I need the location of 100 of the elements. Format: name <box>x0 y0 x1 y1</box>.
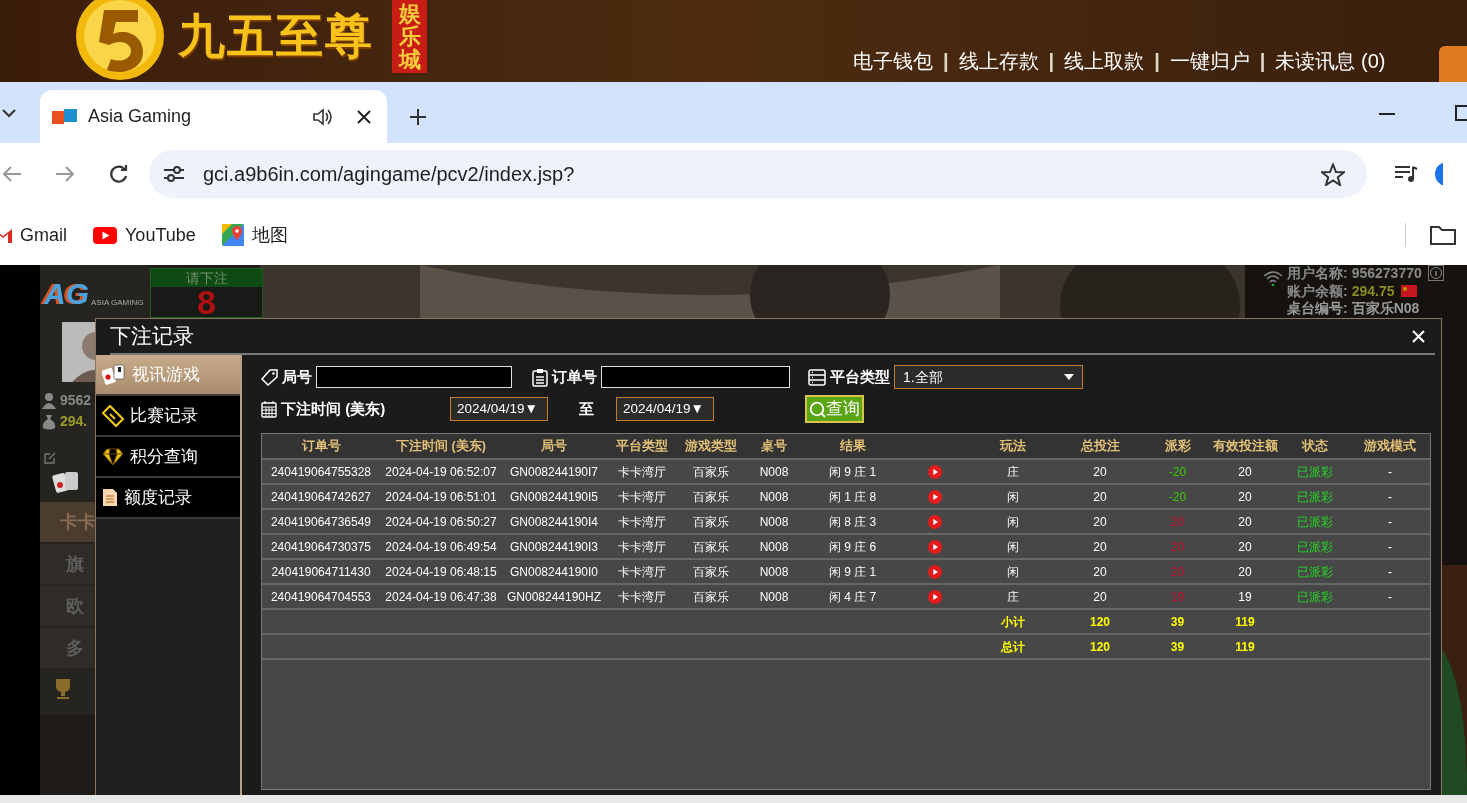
diamond-icon <box>102 447 124 466</box>
table-cell: 20 <box>1055 484 1145 509</box>
table-cell: 20 <box>1055 584 1145 609</box>
stat-text: 9562 <box>60 391 92 410</box>
site-settings-icon[interactable] <box>163 165 185 183</box>
info-label: 用户名称: <box>1287 265 1348 282</box>
table-cell: 2024-04-19 06:47:38 <box>380 584 502 609</box>
browser-tab[interactable]: Asia Gaming <box>40 90 387 143</box>
star-icon[interactable] <box>1321 162 1345 186</box>
profile-icon[interactable] <box>1435 162 1443 186</box>
address-bar[interactable]: gci.a9b6in.com/agingame/pcv2/index.jsp? <box>149 150 1367 198</box>
maximize-icon[interactable] <box>1455 105 1467 121</box>
table-cell: 240419064755328 <box>262 459 380 484</box>
calendar-icon <box>261 400 277 418</box>
table-cell: 闲 1 庄 8 <box>805 484 900 509</box>
play-icon[interactable] <box>928 490 942 505</box>
table-cell: - <box>1350 534 1430 559</box>
url-text: gci.a9b6in.com/agingame/pcv2/index.jsp? <box>203 162 576 187</box>
table-cell: 20 <box>1055 459 1145 484</box>
table-cell: N008 <box>743 559 805 584</box>
table-cell: 已派彩 <box>1280 584 1350 609</box>
link-separator: | <box>943 49 949 74</box>
forward-icon[interactable] <box>55 165 75 183</box>
table-cell: -20 <box>1145 484 1210 509</box>
table-cell: 闲 8 庄 3 <box>805 509 900 534</box>
table-cell: 20 <box>1210 484 1280 509</box>
table-cell: 卡卡湾厅 <box>606 559 678 584</box>
table-cell: 20 <box>1210 509 1280 534</box>
new-tab-icon[interactable] <box>409 108 427 126</box>
table-cell: 闲 9 庄 1 <box>805 559 900 584</box>
table-cell: 卡卡湾厅 <box>606 484 678 509</box>
bookmark[interactable]: 地图 <box>221 221 288 249</box>
countdown-label: 请下注 <box>151 269 262 287</box>
table-cell: - <box>1350 459 1430 484</box>
table-cell: - <box>1350 584 1430 609</box>
info-value: 百家乐N08 <box>1351 300 1420 316</box>
link-separator: | <box>1154 49 1160 74</box>
table-cell: 19 <box>1145 584 1210 609</box>
play-icon[interactable] <box>928 590 942 605</box>
bookmark[interactable]: YouTube <box>93 221 196 249</box>
platform-dropdown[interactable]: 1.全部 <box>894 365 1083 389</box>
table-cell: 闲 9 庄 1 <box>805 459 900 484</box>
date-picker[interactable]: 2024/04/19▼ <box>616 397 714 421</box>
column-header: 玩法 <box>970 434 1055 459</box>
ticket-icon <box>102 404 124 427</box>
list-icon <box>808 368 826 386</box>
table-cell: 2024-04-19 06:50:27 <box>380 509 502 534</box>
column-header: 游戏类型 <box>678 434 743 459</box>
bookmark[interactable]: Gmail <box>0 221 67 249</box>
tab-title: Asia Gaming <box>88 105 193 128</box>
link-separator: | <box>1259 49 1266 74</box>
menu-item[interactable]: 比赛记录 <box>96 396 240 437</box>
wifi-icon <box>1263 270 1283 286</box>
table-cell: 百家乐 <box>678 484 743 509</box>
input-field[interactable] <box>316 366 512 388</box>
header-link[interactable]: 电子钱包 <box>853 46 933 76</box>
table-cell: - <box>1350 509 1430 534</box>
back-icon[interactable] <box>2 165 22 183</box>
table-cell: - <box>1350 484 1430 509</box>
play-icon[interactable] <box>928 565 942 580</box>
header-link[interactable]: 线上取款 <box>1064 46 1145 76</box>
table-cell: 39 <box>1145 609 1210 634</box>
link-separator: | <box>1048 49 1055 74</box>
chevron-down-icon[interactable] <box>2 108 16 118</box>
folder-icon[interactable] <box>1430 225 1456 245</box>
document-icon <box>102 488 118 507</box>
info-label: 账户余额: <box>1287 282 1348 300</box>
table-cell: GN008244190HZ <box>502 584 606 609</box>
menu-item[interactable]: 积分查询 <box>96 437 240 478</box>
table-cell: - <box>1350 559 1430 584</box>
date-picker[interactable]: 2024/04/19▼ <box>450 397 548 421</box>
table-cell: GN008244190I4 <box>502 509 606 534</box>
field-label: 订单号 <box>552 366 597 387</box>
table-cell: 120 <box>1055 609 1145 634</box>
table-cell: 2024-04-19 06:52:07 <box>380 459 502 484</box>
clipboard-icon <box>532 367 548 387</box>
table-cell: N008 <box>743 459 805 484</box>
search-icon <box>809 400 826 418</box>
menu-item[interactable]: 额度记录 <box>96 478 240 519</box>
info-value: 956273770 <box>1351 265 1422 282</box>
media-icon[interactable] <box>1394 165 1418 183</box>
play-icon[interactable] <box>928 465 942 480</box>
column-header: 平台类型 <box>606 434 678 459</box>
info-icon[interactable] <box>1427 265 1444 281</box>
header-link[interactable]: 未读讯息 (0) <box>1275 46 1386 76</box>
table-cell: 120 <box>1055 634 1145 659</box>
close-icon[interactable] <box>357 109 371 124</box>
table-cell: 20 <box>1210 459 1280 484</box>
play-icon[interactable] <box>928 540 942 555</box>
input-field[interactable] <box>601 366 790 388</box>
reload-icon[interactable] <box>109 164 129 184</box>
table-cell: 闲 4 庄 7 <box>805 584 900 609</box>
table-cell: 卡卡湾厅 <box>606 534 678 559</box>
play-icon[interactable] <box>928 515 942 530</box>
speaker-icon[interactable] <box>312 107 332 126</box>
table-cell: 闲 <box>970 534 1055 559</box>
table-cell: N008 <box>743 584 805 609</box>
table-cell: 20 <box>1210 534 1280 559</box>
header-link[interactable]: 线上存款 <box>958 46 1039 76</box>
header-link[interactable]: 一键归户 <box>1169 46 1250 76</box>
